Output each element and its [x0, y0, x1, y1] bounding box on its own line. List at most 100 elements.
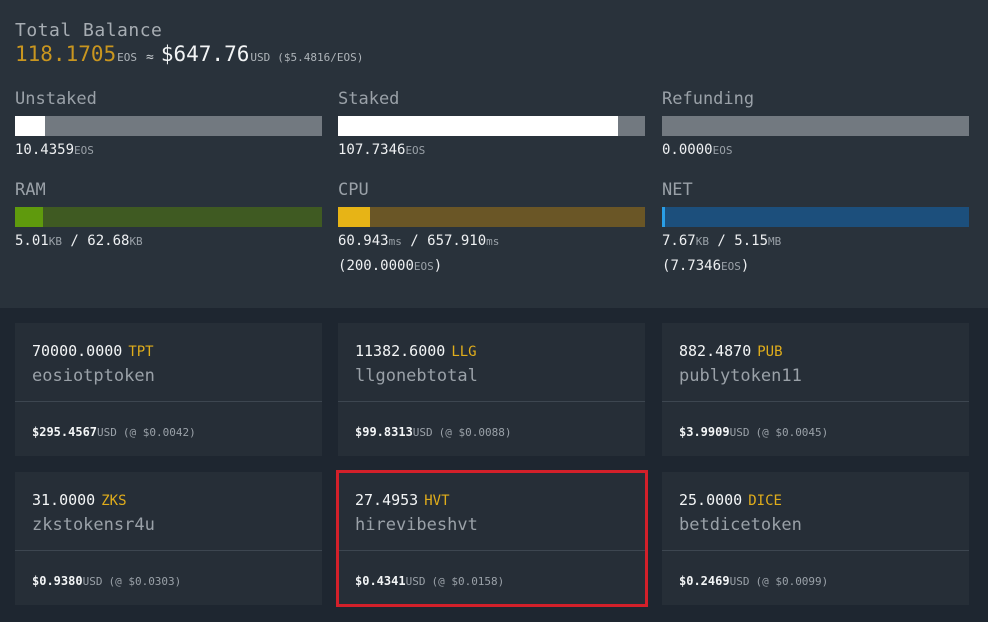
token-amount-line: 882.4870 PUB: [679, 342, 969, 361]
cpu-staked-close: ): [433, 258, 443, 274]
unstaked-stat: Unstaked 10.4359EOS: [15, 88, 322, 160]
token-unit-price: (@ $0.0158): [431, 575, 505, 588]
token-contract: betdicetoken: [679, 515, 802, 535]
token-card-footer: $3.9909USD (@ $0.0045): [662, 402, 969, 440]
net-staked-unit: EOS: [721, 260, 741, 273]
ram-used: 5.01: [15, 233, 49, 249]
token-usd-value: $0.9380: [32, 574, 83, 588]
net-value: 7.67KB / 5.15MB: [662, 232, 969, 251]
eos-balance: 118.1705: [15, 42, 117, 66]
cpu-separator: /: [410, 233, 419, 249]
refunding-unit: EOS: [712, 144, 733, 157]
cpu-label: CPU: [338, 180, 369, 200]
token-amount: 25.0000: [679, 491, 743, 509]
token-card-footer: $0.4341USD (@ $0.0158): [338, 551, 645, 589]
token-usd-value: $99.8313: [355, 425, 413, 439]
token-contract: llgonebtotal: [355, 366, 478, 386]
token-usd-unit: USD: [412, 426, 433, 439]
token-card-pub[interactable]: 882.4870 PUB publytoken11 $3.9909USD (@ $0…: [662, 323, 969, 456]
unstaked-value: 10.4359EOS: [15, 141, 322, 160]
cpu-used-unit: ms: [388, 235, 402, 248]
unstaked-bar: [15, 116, 322, 136]
token-card-header: 70000.0000 TPT eosiotptoken: [15, 323, 322, 402]
token-symbol: DICE: [748, 493, 782, 509]
token-card-header: 882.4870 PUB publytoken11: [662, 323, 969, 402]
net-stat: NET 7.67KB / 5.15MB (7.7346EOS): [662, 179, 969, 276]
cpu-used: 60.943: [338, 233, 389, 249]
net-used-unit: KB: [695, 235, 709, 248]
token-unit-price: (@ $0.0099): [755, 575, 829, 588]
total-balance-line: 118.1705 EOS ≈ $647.76 USD ($5.4816/EOS): [15, 42, 363, 66]
token-contract: eosiotptoken: [32, 366, 155, 386]
ram-bar: [15, 207, 322, 227]
ram-used-unit: KB: [48, 235, 62, 248]
token-usd-value: $3.9909: [679, 425, 730, 439]
total-balance-label: Total Balance: [15, 20, 163, 41]
token-card-header: 25.0000 DICE betdicetoken: [662, 472, 969, 551]
token-card-llg[interactable]: 11382.6000 LLG llgonebtotal $99.8313USD (@…: [338, 323, 645, 456]
token-usd-value: $0.4341: [355, 574, 406, 588]
token-unit-price: (@ $0.0088): [438, 426, 512, 439]
token-unit-price: (@ $0.0045): [755, 426, 829, 439]
net-total: 5.15: [734, 233, 768, 249]
token-amount-line: 27.4953 HVT: [355, 491, 645, 510]
balance-panel: Total Balance 118.1705 EOS ≈ $647.76 USD…: [0, 0, 988, 308]
usd-unit: USD: [250, 51, 271, 64]
cpu-total-unit: ms: [486, 235, 500, 248]
token-usd-value: $0.2469: [679, 574, 730, 588]
token-usd-unit: USD: [97, 426, 117, 439]
net-staked: (7.7346EOS): [662, 257, 969, 276]
token-symbol: PUB: [757, 344, 783, 360]
refunding-stat: Refunding 0.0000EOS: [662, 88, 969, 160]
token-unit-price: (@ $0.0042): [122, 426, 196, 439]
ram-total: 62.68: [87, 233, 130, 249]
refunding-value: 0.0000EOS: [662, 141, 969, 160]
staked-bar: [338, 116, 645, 136]
token-usd-unit: USD: [729, 575, 750, 588]
unstaked-amount: 10.4359: [15, 142, 75, 158]
cpu-bar-fill: [338, 207, 370, 227]
approx-sign: ≈: [146, 50, 154, 65]
token-amount-line: 70000.0000 TPT: [32, 342, 322, 361]
cpu-total: 657.910: [427, 233, 487, 249]
token-usd-value: $295.4567: [32, 425, 98, 439]
token-amount: 70000.0000: [32, 342, 123, 360]
cpu-staked-unit: EOS: [413, 260, 434, 273]
unstaked-label: Unstaked: [15, 89, 97, 109]
token-card-header: 11382.6000 LLG llgonebtotal: [338, 323, 645, 402]
token-amount: 31.0000: [32, 491, 96, 509]
token-card-header: 27.4953 HVT hirevibeshvt: [338, 472, 645, 551]
token-symbol: HVT: [424, 493, 450, 509]
unstaked-bar-fill: [15, 116, 45, 136]
token-card-dice[interactable]: 25.0000 DICE betdicetoken $0.2469USD (@ $0…: [662, 472, 969, 605]
token-card-hvt[interactable]: 27.4953 HVT hirevibeshvt $0.4341USD (@ $0.…: [338, 472, 645, 605]
ram-bar-fill: [15, 207, 44, 227]
net-staked-amount: 7.7346: [670, 258, 722, 274]
token-contract: publytoken11: [679, 366, 802, 386]
net-staked-close: ): [740, 258, 750, 274]
token-usd-unit: USD: [82, 575, 103, 588]
token-amount-line: 11382.6000 LLG: [355, 342, 645, 361]
unstaked-unit: EOS: [74, 144, 94, 157]
staked-value: 107.7346EOS: [338, 141, 645, 160]
token-card-tpt[interactable]: 70000.0000 TPT eosiotptoken $295.4567USD (…: [15, 323, 322, 456]
staked-label: Staked: [338, 89, 400, 109]
cpu-staked-amount: 200.0000: [346, 258, 414, 274]
token-card-footer: $295.4567USD (@ $0.0042): [15, 402, 322, 440]
ram-stat: RAM 5.01KB / 62.68KB: [15, 179, 322, 251]
token-card-zks[interactable]: 31.0000 ZKS zkstokensr4u $0.9380USD (@ $0.…: [15, 472, 322, 605]
token-symbol: ZKS: [101, 493, 127, 509]
net-bar: [662, 207, 969, 227]
staked-unit: EOS: [405, 144, 426, 157]
staked-bar-fill: [338, 116, 618, 136]
token-usd-unit: USD: [405, 575, 426, 588]
token-card-footer: $0.2469USD (@ $0.0099): [662, 551, 969, 589]
token-symbol: TPT: [128, 344, 154, 360]
ram-total-unit: KB: [129, 235, 143, 248]
refunding-bar: [662, 116, 969, 136]
token-usd-unit: USD: [729, 426, 750, 439]
token-amount-line: 31.0000 ZKS: [32, 491, 322, 510]
eos-usd-rate: ($5.4816/EOS): [277, 51, 364, 64]
ram-value: 5.01KB / 62.68KB: [15, 232, 322, 251]
ram-separator: /: [70, 233, 79, 249]
